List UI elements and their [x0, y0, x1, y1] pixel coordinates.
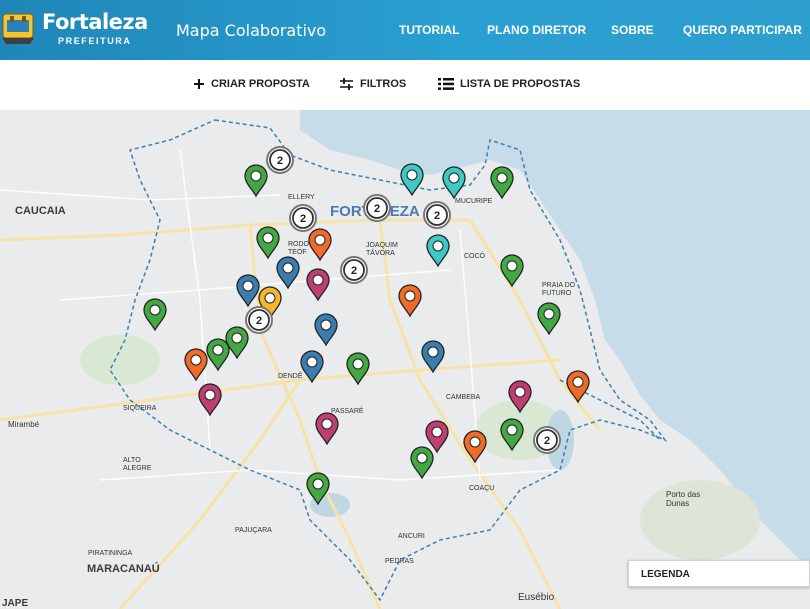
map-pin-dot [190, 354, 202, 366]
park-area [80, 335, 160, 385]
map-pin-dot [496, 172, 508, 184]
map-pin-dot [149, 304, 161, 316]
label-ancuri: ANCURI [398, 533, 425, 540]
label-coco: COCÓ [464, 251, 486, 260]
map-pin-dot [406, 169, 418, 181]
map-pin-dot [264, 292, 276, 304]
filters-button[interactable]: FILTROS [339, 78, 406, 90]
cluster-count: 2 [351, 265, 357, 277]
cluster-marker[interactable]: 2 [363, 194, 391, 222]
map-pin-dot [306, 356, 318, 368]
brand-subtitle: PREFEITURA [58, 36, 132, 46]
map-pin-dot [543, 308, 555, 320]
list-icon [438, 78, 454, 90]
proposal-list-label: LISTA DE PROPOSTAS [460, 78, 581, 90]
label-rodolfo-teofilo: RODO TEÓF [288, 241, 310, 256]
map-pin-dot [320, 319, 332, 331]
label-dende: DENDÊ [278, 371, 303, 380]
create-proposal-label: CRIAR PROPOSTA [211, 78, 310, 90]
nav-sobre[interactable]: SOBRE [611, 23, 654, 37]
cluster-marker[interactable]: 2 [340, 256, 368, 284]
label-cambeba: CAMBEBA [446, 394, 481, 401]
label-mucuripe: MUCURIPE [455, 198, 493, 205]
map-pin-dot [404, 290, 416, 302]
map-pin-dot [506, 424, 518, 436]
map-canvas[interactable]: CAUCAIAFORTALEZAMUCURIPEJOAQUIMTÁVORACOC… [0, 110, 810, 609]
label-siqueira: SIQUEIRA [123, 405, 157, 412]
cluster-marker[interactable]: 2 [266, 146, 294, 174]
label-jape: JAPE [2, 598, 28, 609]
cluster-count: 2 [544, 435, 550, 447]
map-pin-dot [431, 426, 443, 438]
map-pin-dot [204, 389, 216, 401]
map-pin-dot [432, 240, 444, 252]
label-ellery: ELLERY [288, 194, 315, 201]
map-pin-dot [352, 358, 364, 370]
proposal-list-button[interactable]: LISTA DE PROPOSTAS [438, 78, 580, 90]
city-crest-icon [2, 13, 34, 44]
cluster-count: 2 [256, 315, 262, 327]
map-pin-dot [282, 262, 294, 274]
label-caucaia: CAUCAIA [15, 205, 66, 217]
brand-name: Fortaleza [42, 10, 148, 34]
map-pin-dot [572, 376, 584, 388]
map-toolbar: CRIAR PROPOSTA FILTROS LISTA DE PROPOSTA… [0, 60, 810, 111]
map-pin-dot [321, 418, 333, 430]
app-title: Mapa Colaborativo [176, 21, 327, 40]
map-pin-dot [448, 172, 460, 184]
label-pedras: PEDRAS [385, 558, 414, 565]
cluster-count: 2 [434, 210, 440, 222]
prefeitura-logo[interactable]: Fortaleza PREFEITURA [0, 6, 148, 52]
map-pin-dot [469, 436, 481, 448]
filters-label: FILTROS [360, 78, 407, 90]
cluster-marker[interactable]: 2 [289, 204, 317, 232]
map-pin-dot [427, 346, 439, 358]
cluster-count: 2 [374, 203, 380, 215]
cluster-marker[interactable]: 2 [533, 426, 561, 454]
map-pin-dot [231, 332, 243, 344]
cluster-count: 2 [300, 213, 306, 225]
plus-icon [194, 79, 204, 89]
label-joaquim-tavora: JOAQUIM TÁVORA [366, 242, 398, 257]
sliders-icon [340, 78, 353, 90]
map-view[interactable]: CAUCAIAFORTALEZAMUCURIPEJOAQUIMTÁVORACOC… [0, 110, 810, 609]
map-pin-dot [312, 478, 324, 490]
create-proposal-button[interactable]: CRIAR PROPOSTA [193, 78, 310, 90]
map-pin-dot [506, 260, 518, 272]
label-coacu: COAÇU [469, 485, 494, 492]
top-header: Fortaleza PREFEITURA Mapa Colaborativo T… [0, 0, 810, 60]
cluster-marker[interactable]: 2 [423, 201, 451, 229]
label-mirambe: Mirambé [8, 420, 40, 429]
legend-button[interactable]: LEGENDA [628, 560, 810, 587]
map-pin-dot [416, 452, 428, 464]
map-pin-dot [262, 232, 274, 244]
label-praia-do-futuro: PRAIA DO FUTURO [542, 282, 576, 297]
label-pajucara: PAJUÇARA [235, 527, 272, 534]
label-eusebio: Eusébio [518, 592, 555, 603]
nav-tutorial[interactable]: TUTORIAL [399, 23, 459, 37]
map-pin-dot [514, 386, 526, 398]
map-pin-dot [242, 280, 254, 292]
nav-quero-participar[interactable]: QUERO PARTICIPAR [683, 23, 802, 37]
nav-plano-diretor[interactable]: PLANO DIRETOR [487, 23, 586, 37]
label-piratininga: PIRATININGA [88, 550, 133, 557]
label-passare: PASSARÉ [331, 406, 364, 415]
map-pin-dot [250, 170, 262, 182]
cluster-marker[interactable]: 2 [245, 306, 273, 334]
map-pin-dot [314, 234, 326, 246]
label-maracanau: MARACANAÚ [87, 562, 160, 575]
cluster-count: 2 [277, 155, 283, 167]
map-pin-dot [212, 344, 224, 356]
map-pin-dot [312, 274, 324, 286]
